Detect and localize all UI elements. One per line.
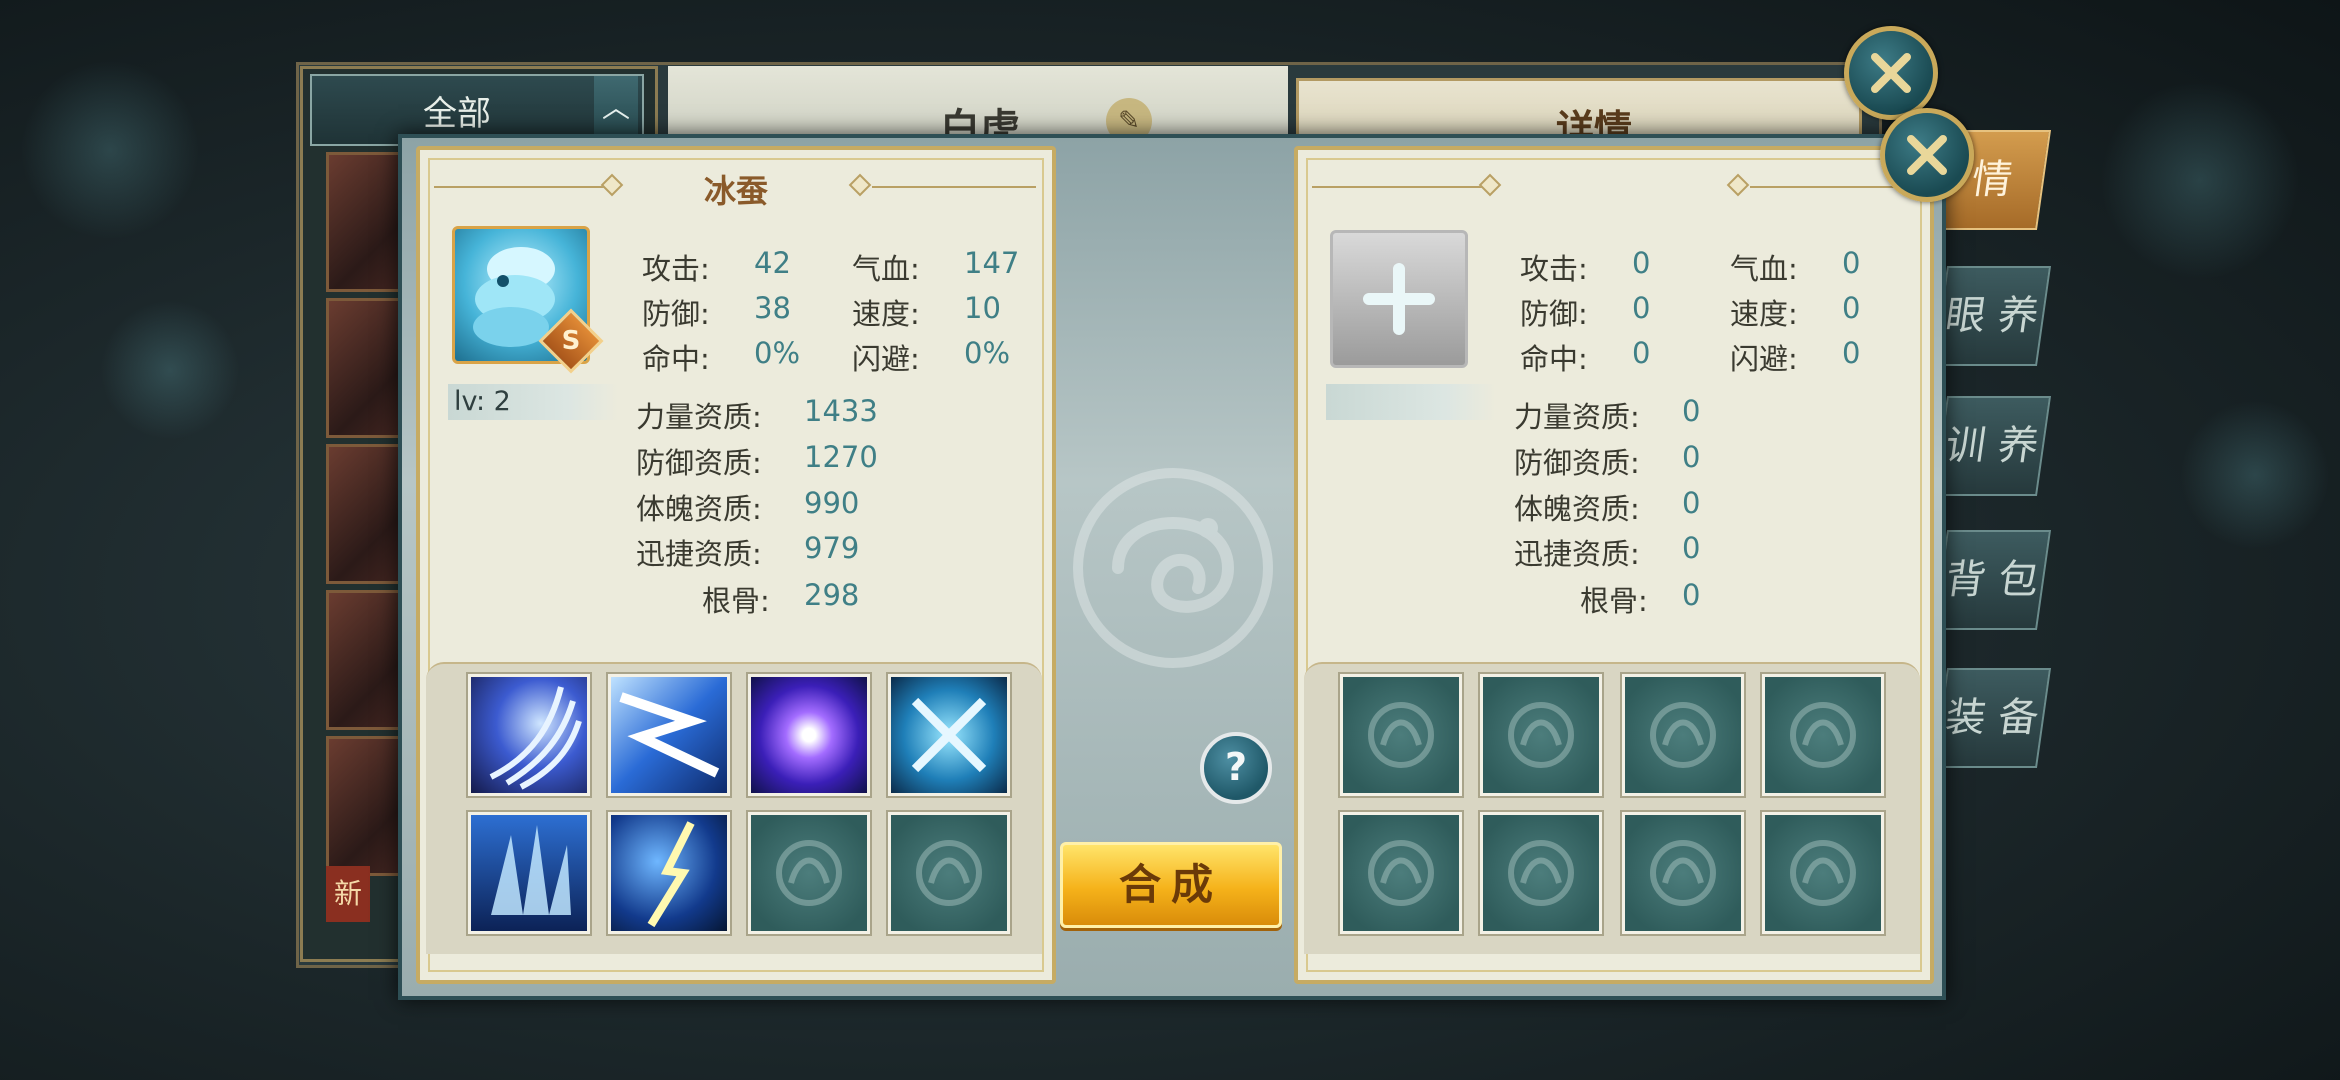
- close-icon: [1871, 53, 1911, 93]
- panel-header: [1298, 160, 1930, 210]
- attack-value: 42: [754, 246, 791, 280]
- agility-aptitude-label: 迅捷资质:: [636, 537, 762, 571]
- defense-aptitude-value: 1270: [804, 440, 878, 474]
- close-button[interactable]: [1880, 108, 1974, 202]
- hp-value: 147: [964, 246, 1020, 280]
- empty-skill-slot[interactable]: [1762, 674, 1884, 796]
- strength-aptitude-label: 力量资质:: [1514, 400, 1640, 434]
- empty-skill-slot[interactable]: [1480, 812, 1602, 934]
- hit-label: 命中:: [642, 342, 710, 376]
- beast-emblem-icon: [1790, 840, 1856, 906]
- physique-aptitude-value: 0: [1682, 486, 1701, 520]
- empty-skill-slot[interactable]: [748, 812, 870, 934]
- dodge-value: 0%: [964, 336, 1011, 370]
- defense-aptitude-value: 0: [1682, 440, 1701, 474]
- bone-value: 0: [1682, 578, 1701, 612]
- background-light: [2100, 80, 2300, 280]
- beast-emblem-icon: [1650, 702, 1716, 768]
- right-pet-panel: 攻击: 0 气血: 0 防御: 0 速度: 0 命中: 0 闪避: 0 力量资质…: [1294, 146, 1934, 984]
- speed-label: 速度:: [1730, 297, 1798, 331]
- level-bar: lv: 2: [448, 384, 618, 420]
- dragon-emblem-icon: [1073, 468, 1273, 668]
- beast-emblem-icon: [1368, 840, 1434, 906]
- speed-label: 速度:: [852, 297, 920, 331]
- claw-slash-icon[interactable]: [468, 674, 590, 796]
- pet-level: lv: 2: [454, 386, 511, 417]
- attack-label: 攻击:: [1520, 252, 1588, 286]
- bone-value: 298: [804, 578, 860, 612]
- crossed-chains-icon[interactable]: [888, 674, 1010, 796]
- defense-label: 防御:: [642, 297, 710, 331]
- bone-label: 根骨:: [1580, 584, 1648, 618]
- empty-skill-slot[interactable]: [1340, 812, 1462, 934]
- dodge-label: 闪避:: [852, 342, 920, 376]
- agility-aptitude-label: 迅捷资质:: [1514, 537, 1640, 571]
- close-background-button[interactable]: [1844, 26, 1938, 120]
- ice-spike-icon[interactable]: [468, 812, 590, 934]
- beast-emblem-icon: [916, 840, 982, 906]
- empty-skill-slot[interactable]: [1622, 674, 1744, 796]
- strength-aptitude-value: 0: [1682, 394, 1701, 428]
- defense-value: 0: [1632, 291, 1651, 325]
- merge-label: 合成: [1118, 860, 1223, 909]
- plus-icon: [1363, 263, 1435, 335]
- bone-label: 根骨:: [702, 584, 770, 618]
- add-pet-slot[interactable]: [1330, 230, 1468, 368]
- filter-label: 全部: [423, 94, 491, 134]
- agility-aptitude-value: 0: [1682, 531, 1701, 565]
- purple-orb-icon[interactable]: [748, 674, 870, 796]
- physique-aptitude-label: 体魄资质:: [636, 492, 762, 526]
- beast-emblem-icon: [776, 840, 842, 906]
- physique-aptitude-value: 990: [804, 486, 860, 520]
- empty-skill-slot[interactable]: [1480, 674, 1602, 796]
- merge-button[interactable]: 合成: [1060, 842, 1282, 928]
- tab-bag[interactable]: 背 包: [1932, 530, 2052, 630]
- left-pet-panel: 冰蚕 S lv: 2 攻击: 42 气血: 147 防御: 38 速度: 10 …: [416, 146, 1056, 984]
- new-badge: 新: [326, 866, 370, 922]
- dodge-value: 0: [1842, 336, 1861, 370]
- pet-name: 冰蚕: [703, 172, 768, 210]
- tab-train[interactable]: 训 养: [1932, 396, 2052, 496]
- attack-label: 攻击:: [642, 252, 710, 286]
- empty-skill-slot[interactable]: [1340, 674, 1462, 796]
- strength-aptitude-value: 1433: [804, 394, 878, 428]
- close-icon: [1907, 135, 1947, 175]
- beast-emblem-icon: [1650, 840, 1716, 906]
- panel-header: 冰蚕: [420, 160, 1052, 210]
- hit-value: 0%: [754, 336, 801, 370]
- lightning-strike-icon[interactable]: [608, 812, 730, 934]
- beast-emblem-icon: [1508, 840, 1574, 906]
- hit-value: 0: [1632, 336, 1651, 370]
- background-light: [100, 300, 240, 440]
- background-light: [20, 60, 200, 240]
- speed-value: 0: [1842, 291, 1861, 325]
- lightning-dash-icon[interactable]: [608, 674, 730, 796]
- strength-aptitude-label: 力量资质:: [636, 400, 762, 434]
- beast-emblem-icon: [1790, 702, 1856, 768]
- defense-value: 38: [754, 291, 791, 325]
- attack-value: 0: [1632, 246, 1651, 280]
- empty-skill-slot[interactable]: [1622, 812, 1744, 934]
- help-button[interactable]: ?: [1200, 732, 1272, 804]
- tab-equip[interactable]: 装 备: [1932, 668, 2052, 768]
- dodge-label: 闪避:: [1730, 342, 1798, 376]
- empty-skill-slot[interactable]: [1762, 812, 1884, 934]
- background-light: [2180, 400, 2330, 550]
- empty-skill-slot[interactable]: [888, 812, 1010, 934]
- hp-value: 0: [1842, 246, 1861, 280]
- defense-aptitude-label: 防御资质:: [1514, 446, 1640, 480]
- speed-value: 10: [964, 291, 1001, 325]
- defense-aptitude-label: 防御资质:: [636, 446, 762, 480]
- hp-label: 气血:: [1730, 252, 1798, 286]
- physique-aptitude-label: 体魄资质:: [1514, 492, 1640, 526]
- collapse-icon[interactable]: ︿: [594, 76, 638, 140]
- beast-emblem-icon: [1368, 702, 1434, 768]
- tab-nurture[interactable]: 眼 养: [1932, 266, 2052, 366]
- hit-label: 命中:: [1520, 342, 1588, 376]
- level-bar: [1326, 384, 1496, 420]
- beast-emblem-icon: [1508, 702, 1574, 768]
- agility-aptitude-value: 979: [804, 531, 860, 565]
- hp-label: 气血:: [852, 252, 920, 286]
- defense-label: 防御:: [1520, 297, 1588, 331]
